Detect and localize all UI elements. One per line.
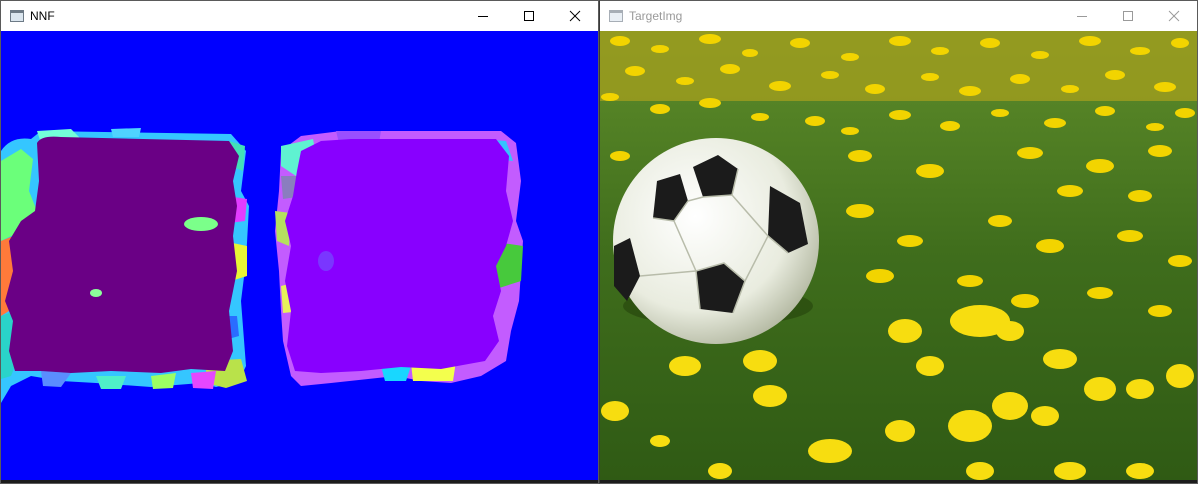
- app-window-icon: [10, 10, 24, 22]
- close-icon: [1168, 10, 1180, 22]
- close-icon: [569, 10, 581, 22]
- target-titlebar[interactable]: TargetImg: [600, 1, 1197, 31]
- target-image-canvas[interactable]: [600, 31, 1197, 483]
- window-controls: [1059, 1, 1197, 31]
- nnf-window[interactable]: NNF: [0, 0, 599, 484]
- soccer-ball-field-photo: [600, 31, 1197, 483]
- minimize-icon: [478, 16, 488, 17]
- maximize-icon: [524, 11, 534, 21]
- window-controls: [460, 1, 598, 31]
- close-button[interactable]: [1151, 1, 1197, 31]
- close-button[interactable]: [552, 1, 598, 31]
- nnf-visualization: [1, 31, 598, 483]
- nnf-image-canvas[interactable]: [1, 31, 598, 483]
- minimize-button[interactable]: [460, 1, 506, 31]
- nnf-titlebar[interactable]: NNF: [1, 1, 598, 31]
- target-window[interactable]: TargetImg: [599, 0, 1198, 484]
- window-title: TargetImg: [629, 9, 683, 23]
- nnf-left-region: [5, 136, 239, 373]
- maximize-button[interactable]: [506, 1, 552, 31]
- window-title: NNF: [30, 9, 55, 23]
- app-window-icon: [609, 10, 623, 22]
- maximize-button[interactable]: [1105, 1, 1151, 31]
- maximize-icon: [1123, 11, 1133, 21]
- soccer-ball: [613, 138, 819, 344]
- minimize-icon: [1077, 16, 1087, 17]
- minimize-button[interactable]: [1059, 1, 1105, 31]
